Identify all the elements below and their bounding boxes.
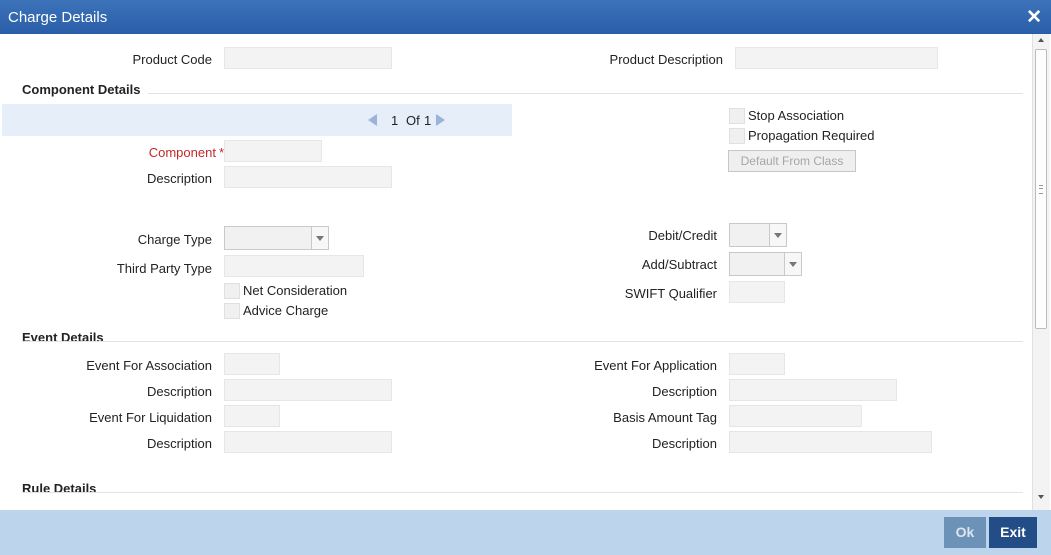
advice-charge-checkbox[interactable] (224, 303, 240, 319)
swift-qualifier-label: SWIFT Qualifier (624, 286, 717, 301)
swift-qualifier-field[interactable] (729, 281, 785, 303)
product-code-field[interactable] (224, 47, 392, 69)
charge-type-select[interactable] (224, 226, 329, 250)
debit-credit-select[interactable] (729, 223, 787, 247)
basis-amount-tag-label: Basis Amount Tag (613, 410, 717, 425)
association-description-label: Description (146, 384, 212, 399)
component-field[interactable] (224, 140, 322, 162)
chevron-down-icon[interactable] (784, 253, 801, 275)
event-for-application-field[interactable] (729, 353, 785, 375)
record-pager: 1 Of 1 (2, 104, 512, 136)
prev-arrow-icon[interactable] (368, 114, 377, 126)
event-for-association-label: Event For Association (86, 358, 212, 373)
product-description-label: Product Description (609, 52, 723, 67)
third-party-type-field[interactable] (224, 255, 364, 277)
window-titlebar: Charge Details ✕ (0, 0, 1051, 34)
net-consideration-checkbox[interactable] (224, 283, 240, 299)
component-label: Component * (148, 145, 224, 160)
window-title: Charge Details (8, 9, 108, 26)
section-divider (148, 93, 1023, 94)
association-description-field[interactable] (224, 379, 392, 401)
propagation-required-label: Propagation Required (748, 128, 875, 143)
pager-total: 1 (424, 113, 432, 128)
component-details-heading: Component Details (22, 82, 141, 97)
add-subtract-select[interactable] (729, 252, 802, 276)
pager-of: Of (406, 113, 420, 128)
charge-type-label: Charge Type (137, 232, 212, 247)
event-for-liquidation-label: Event For Liquidation (89, 410, 212, 425)
chevron-down-icon[interactable] (769, 224, 786, 246)
chevron-down-icon[interactable] (311, 227, 328, 249)
next-arrow-icon[interactable] (436, 114, 445, 126)
grip-icon (1039, 185, 1043, 194)
advice-charge-label: Advice Charge (243, 303, 329, 318)
application-description-label: Description (651, 384, 717, 399)
form-body: Product Code Product Description Compone… (2, 34, 1032, 510)
component-description-label: Description (146, 171, 212, 186)
event-for-application-label: Event For Application (594, 358, 717, 373)
vertical-scrollbar[interactable] (1032, 34, 1050, 510)
product-code-label: Product Code (132, 52, 213, 67)
close-icon[interactable]: ✕ (1026, 6, 1042, 29)
event-details-heading: Event Details (22, 330, 104, 345)
net-consideration-label: Net Consideration (243, 283, 348, 298)
event-for-association-field[interactable] (224, 353, 280, 375)
section-divider (22, 341, 1023, 342)
stop-association-label: Stop Association (748, 108, 845, 123)
default-from-class-button[interactable]: Default From Class (728, 150, 856, 172)
liquidation-description-field[interactable] (224, 431, 392, 453)
add-subtract-label: Add/Subtract (641, 257, 717, 272)
scroll-down-icon[interactable] (1038, 495, 1044, 499)
third-party-type-label: Third Party Type (116, 261, 212, 276)
liquidation-description-label: Description (146, 436, 212, 451)
ok-button[interactable]: Ok (944, 517, 986, 548)
section-divider (22, 492, 1023, 493)
dialog-footer: Ok Exit (0, 510, 1051, 555)
stop-association-checkbox[interactable] (729, 108, 745, 124)
debit-credit-label: Debit/Credit (648, 228, 717, 243)
product-description-field[interactable] (735, 47, 938, 69)
exit-button[interactable]: Exit (989, 517, 1037, 548)
basis-amount-tag-field[interactable] (729, 405, 862, 427)
scrollbar-thumb[interactable] (1035, 49, 1047, 329)
pager-current: 1 (391, 113, 399, 128)
component-description-field[interactable] (224, 166, 392, 188)
basis-description-field[interactable] (729, 431, 932, 453)
propagation-required-checkbox[interactable] (729, 128, 745, 144)
event-for-liquidation-field[interactable] (224, 405, 280, 427)
application-description-field[interactable] (729, 379, 897, 401)
scroll-up-icon[interactable] (1038, 38, 1044, 42)
basis-description-label: Description (651, 436, 717, 451)
rule-details-heading: Rule Details (22, 481, 97, 496)
